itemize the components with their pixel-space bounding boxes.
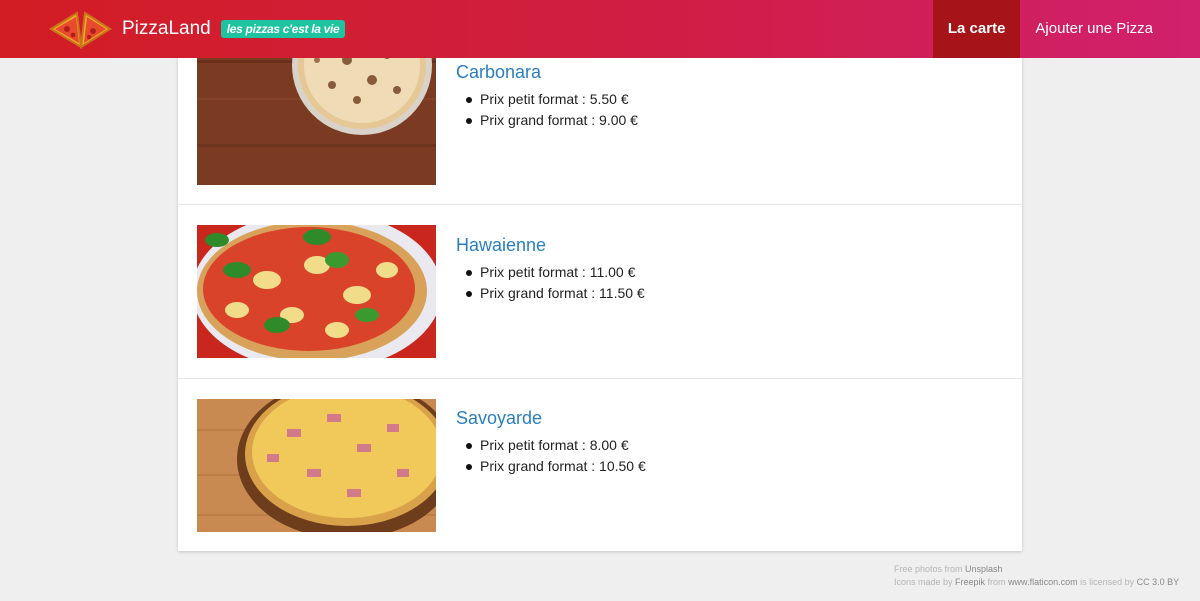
icon-credit-prefix: Icons made by <box>894 577 956 587</box>
pizza-name[interactable]: Hawaienne <box>456 235 645 256</box>
top-navbar: PizzaLand les pizzas c'est la vie La car… <box>0 0 1200 58</box>
main-nav: La carte Ajouter une Pizza <box>932 0 1200 58</box>
pizza-row: Hawaienne Prix petit format : 11.00 € Pr… <box>178 205 1022 379</box>
price-large: Prix grand format : 10.50 € <box>466 456 646 477</box>
price-large: Prix grand format : 11.50 € <box>466 283 645 304</box>
brand-name: PizzaLand <box>122 18 211 39</box>
photo-credit-prefix: Free photos from <box>894 564 966 574</box>
pizza-name[interactable]: Carbonara <box>456 62 638 83</box>
price-small: Prix petit format : 11.00 € <box>466 262 645 283</box>
pizza-slices-logo-icon <box>49 11 112 49</box>
pizza-info: Savoyarde Prix petit format : 8.00 € Pri… <box>456 408 646 477</box>
pizza-row: Savoyarde Prix petit format : 8.00 € Pri… <box>178 379 1022 551</box>
price-list: Prix petit format : 8.00 € Prix grand fo… <box>456 435 646 477</box>
price-list: Prix petit format : 5.50 € Prix grand fo… <box>456 89 638 131</box>
nav-la-carte[interactable]: La carte <box>932 0 1021 58</box>
icon-credit-from: from <box>985 577 1009 587</box>
pizza-list-panel: Carbonara Prix petit format : 5.50 € Pri… <box>178 0 1022 551</box>
freepik-link[interactable]: Freepik <box>955 577 985 587</box>
tagline-badge: les pizzas c'est la vie <box>220 20 346 38</box>
price-list: Prix petit format : 11.00 € Prix grand f… <box>456 262 645 304</box>
unsplash-link[interactable]: Unsplash <box>965 564 1003 574</box>
price-small: Prix petit format : 8.00 € <box>466 435 646 456</box>
flaticon-link[interactable]: www.flaticon.com <box>1008 577 1078 587</box>
pizza-info: Hawaienne Prix petit format : 11.00 € Pr… <box>456 235 645 304</box>
hawaienne-pizza-photo <box>197 225 436 358</box>
price-small: Prix petit format : 5.50 € <box>466 89 638 110</box>
savoyarde-pizza-photo <box>197 399 436 532</box>
price-large: Prix grand format : 9.00 € <box>466 110 638 131</box>
icon-credit: Icons made by Freepik from www.flaticon.… <box>894 576 1179 589</box>
brand[interactable]: PizzaLand les pizzas c'est la vie <box>47 5 346 53</box>
pizza-info: Carbonara Prix petit format : 5.50 € Pri… <box>456 62 638 131</box>
pizza-name[interactable]: Savoyarde <box>456 408 646 429</box>
carbonara-pizza-photo <box>197 40 436 185</box>
license-link[interactable]: CC 3.0 BY <box>1137 577 1180 587</box>
credits-footer: Free photos from Unsplash Icons made by … <box>894 563 1179 589</box>
license-prefix: is licensed by <box>1077 577 1137 587</box>
photo-credit: Free photos from Unsplash <box>894 563 1179 576</box>
nav-add-pizza[interactable]: Ajouter une Pizza <box>1020 0 1200 58</box>
